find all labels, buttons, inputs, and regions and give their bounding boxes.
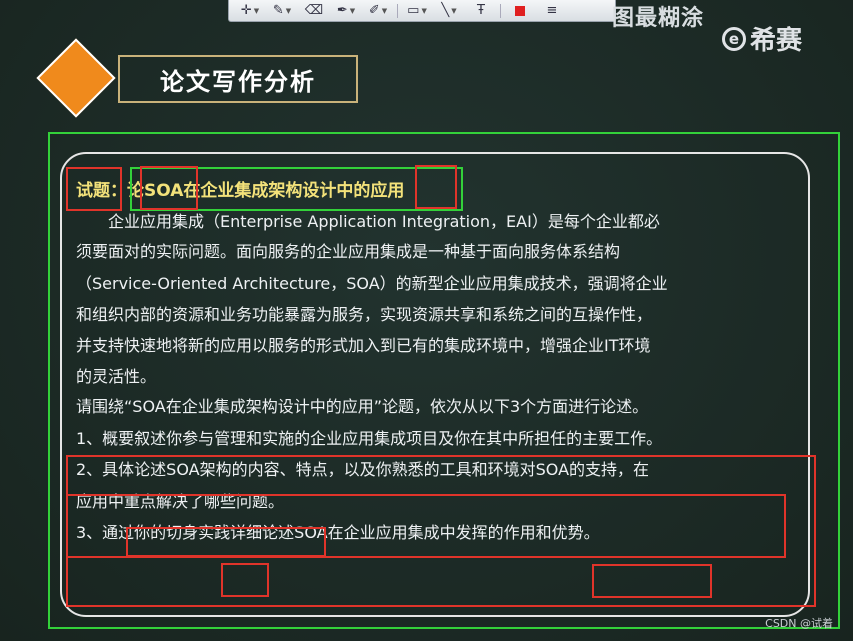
title-diamond-icon	[36, 38, 116, 118]
annotation-key-problems	[126, 527, 326, 557]
paragraph-line: 企业应用集成（Enterprise Application Integratio…	[76, 212, 660, 231]
brand-logo-icon: e	[722, 26, 746, 51]
color-icon[interactable]	[505, 2, 535, 20]
section-title: 论文写作分析	[160, 67, 316, 96]
eraser-icon[interactable]: ⌫	[299, 2, 329, 20]
line-width-icon[interactable]: ≡	[537, 2, 567, 20]
paragraph-line: 的灵活性。	[76, 367, 157, 386]
line-icon[interactable]: ╲ ▼	[434, 2, 464, 20]
pen-icon[interactable]: ✒ ▼	[331, 2, 361, 20]
annotation-role-advantages	[592, 564, 712, 598]
annotation-practice	[221, 563, 269, 597]
brand-top-text: 图最糊涂	[612, 6, 705, 31]
section-title-box: 论文写作分析	[118, 55, 358, 103]
paragraph-line: （Service-Oriented Architecture，SOA）的新型企业…	[76, 274, 668, 293]
paragraph-line: 须要面对的实际问题。面向服务的企业应用集成是一种基于面向服务体系结构	[76, 242, 621, 261]
annotation-toolbar: ✛ ▼ ✎ ▼ ⌫ ✒ ▼ ✐ ▼ ▭ ▼ ╲ ▼ Ŧ ≡	[228, 0, 616, 22]
annotation-topic-label	[66, 167, 122, 211]
rectangle-icon[interactable]: ▭ ▼	[402, 2, 432, 20]
pencil-icon[interactable]: ✎ ▼	[267, 2, 297, 20]
highlighter-icon[interactable]: ✐ ▼	[363, 2, 393, 20]
annotation-soa	[140, 166, 198, 210]
requirement-intro: 请围绕“SOA在企业集成架构设计中的应用”论题，依次从以下3个方面进行论述。	[76, 397, 649, 416]
text-icon[interactable]: Ŧ	[466, 2, 496, 20]
requirement-1: 1、概要叙述你参与管理和实施的企业应用集成项目及你在其中所担任的主要工作。	[76, 429, 663, 448]
crosshair-icon[interactable]: ✛ ▼	[235, 2, 265, 20]
paragraph-line: 和组织内部的资源和业务功能暴露为服务，实现资源共享和系统之间的互操作性，	[76, 305, 653, 324]
watermark: CSDN @试着	[765, 617, 833, 630]
annotation-application	[415, 165, 457, 209]
paragraph-line: 并支持快速地将新的应用以服务的形式加入到已有的集成环境中，增强企业IT环境	[76, 336, 651, 355]
slide: ✛ ▼ ✎ ▼ ⌫ ✒ ▼ ✐ ▼ ▭ ▼ ╲ ▼ Ŧ ≡ 图最糊涂 e 希赛 论文写作分析…	[0, 0, 853, 641]
brand-name: 希赛	[750, 26, 803, 56]
brand: e 希赛	[722, 20, 802, 57]
